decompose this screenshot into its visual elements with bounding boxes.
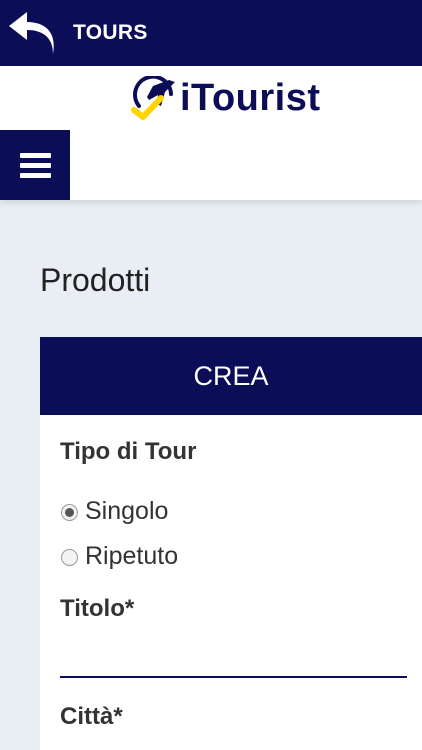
back-arrow-icon bbox=[9, 12, 54, 54]
back-button[interactable] bbox=[7, 12, 59, 56]
hamburger-menu-icon-line-2 bbox=[20, 163, 51, 168]
plane-check-icon bbox=[131, 76, 175, 120]
hamburger-menu-icon bbox=[20, 153, 51, 158]
tour-type-label: Tipo di Tour bbox=[60, 438, 197, 465]
title-input[interactable] bbox=[60, 642, 407, 678]
radio-button-checked[interactable] bbox=[61, 504, 78, 521]
title-label: Titolo* bbox=[60, 595, 135, 622]
hamburger-menu-icon-line-3 bbox=[20, 173, 51, 178]
create-card: CREA Tipo di Tour Singolo Ripetuto Titol… bbox=[40, 337, 422, 750]
menu-button[interactable] bbox=[0, 130, 70, 200]
radio-button-unchecked[interactable] bbox=[61, 549, 78, 566]
city-label: Città* bbox=[60, 703, 123, 730]
radio-singolo-label: Singolo bbox=[85, 497, 169, 525]
header-title: TOURS bbox=[73, 21, 148, 44]
app-header: TOURS bbox=[0, 0, 422, 66]
radio-ripetuto-label: Ripetuto bbox=[85, 542, 179, 570]
logo-text: iTourist bbox=[180, 77, 321, 119]
content-area: Prodotti CREA Tipo di Tour Singolo Ripet… bbox=[0, 200, 422, 750]
nav-bar bbox=[0, 130, 422, 200]
page-title: Prodotti bbox=[40, 262, 151, 298]
create-button[interactable]: CREA bbox=[40, 337, 422, 415]
